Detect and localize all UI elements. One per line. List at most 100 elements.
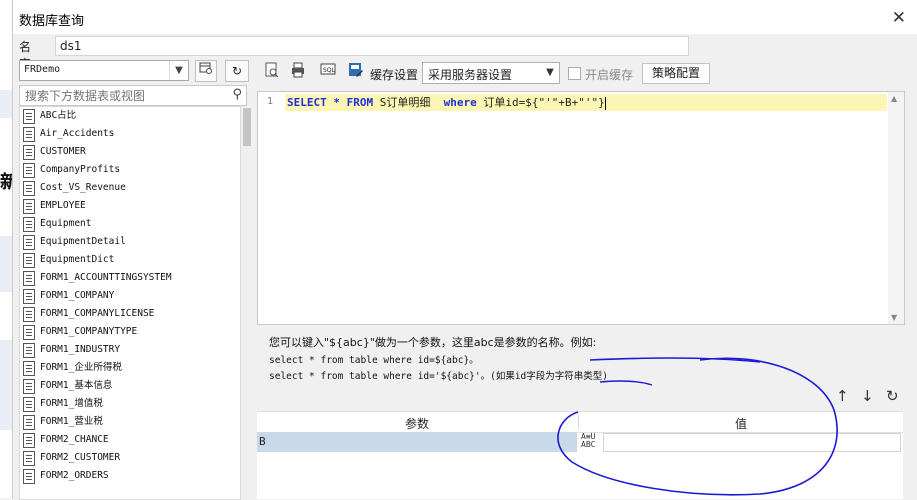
list-item[interactable]: FORM2_CUSTOMER — [20, 449, 240, 467]
scroll-down-icon[interactable]: ▼ — [891, 313, 897, 322]
list-item[interactable]: EquipmentDetail — [20, 233, 240, 251]
sql-keyword-where: where — [443, 96, 477, 109]
table-name: FORM1_COMPANY — [40, 290, 115, 301]
sql-keyword-select: SELECT — [287, 96, 327, 109]
parameter-value-input[interactable] — [603, 433, 901, 452]
chevron-down-icon[interactable]: ▼ — [169, 61, 188, 80]
table-icon — [23, 433, 35, 448]
switch-view-button[interactable] — [195, 60, 217, 82]
table-name: FORM1_ACCOUNTTINGSYSTEM — [40, 272, 172, 283]
sql-star: * — [326, 96, 347, 109]
database-select[interactable]: FRDemo ▼ — [19, 60, 189, 81]
cache-settings-label: 缓存设置 — [370, 68, 419, 82]
table-icon — [23, 451, 35, 466]
table-name: FORM1_COMPANYTYPE — [40, 326, 138, 337]
string-type-icon[interactable]: A≡U ABC — [581, 433, 595, 449]
table-name: FORM1_营业税 — [40, 416, 103, 427]
list-item[interactable]: CompanyProfits — [20, 161, 240, 179]
svg-text:SQL: SQL — [323, 67, 336, 74]
sql-editor[interactable]: 1 SELECT * FROM S订单明细 where 订单id=${"'"+B… — [257, 91, 905, 325]
list-item[interactable]: FORM1_COMPANYTYPE — [20, 323, 240, 341]
edit-icon — [349, 63, 363, 77]
hint-line-1: 您可以键入"${abc}"做为一个参数，这里abc是参数的名称。例如: — [269, 336, 597, 349]
hint-line-3: select * from table where id='${abc}'。(如… — [269, 371, 608, 382]
list-item[interactable]: CUSTOMER — [20, 143, 240, 161]
search-input[interactable] — [23, 86, 223, 105]
table-list-scrollbar[interactable] — [242, 106, 252, 498]
enable-cache-checkbox[interactable] — [568, 67, 581, 80]
refresh-icon[interactable]: ↻ — [886, 387, 899, 405]
table-icon — [23, 217, 35, 232]
table-name: EMPLOYEE — [40, 200, 86, 211]
edit-button[interactable] — [346, 62, 366, 82]
table-icon — [23, 289, 35, 304]
table-search[interactable]: ⚲ — [19, 85, 247, 106]
table-name: FORM2_CUSTOMER — [40, 452, 121, 463]
table-icon — [23, 163, 35, 178]
table-icon — [23, 379, 35, 394]
list-item[interactable]: Equipment — [20, 215, 240, 233]
scrollbar-thumb[interactable] — [243, 108, 251, 146]
table-name: FORM2_ORDERS — [40, 470, 109, 481]
parameter-hint: 您可以键入"${abc}"做为一个参数，这里abc是参数的名称。例如: sele… — [269, 334, 608, 382]
list-item[interactable]: FORM2_ORDERS — [20, 467, 240, 485]
list-item[interactable]: FORM1_ACCOUNTTINGSYSTEM — [20, 269, 240, 287]
editor-scrollbar[interactable]: ▲ ▼ — [888, 92, 904, 324]
print-button[interactable] — [288, 62, 308, 82]
list-item[interactable]: EMPLOYEE — [20, 197, 240, 215]
list-item[interactable]: FORM1_INDUSTRY — [20, 341, 240, 359]
table-icon — [23, 469, 35, 484]
chevron-down-icon[interactable]: ▼ — [541, 63, 559, 83]
list-item[interactable]: Cost_VS_Revenue — [20, 179, 240, 197]
type-icon-line: ABC — [581, 440, 596, 449]
table-icon — [23, 253, 35, 268]
preview-icon — [265, 62, 279, 78]
list-item[interactable]: FORM1_增值税 — [20, 395, 240, 413]
table-icon — [23, 145, 35, 160]
table-name: ABC占比 — [40, 110, 77, 121]
title-bar: 数据库查询 ✕ — [13, 0, 917, 34]
text-cursor — [604, 96, 606, 110]
list-item[interactable]: EquipmentDict — [20, 251, 240, 269]
table-list[interactable]: ABC占比 Air_Accidents CUSTOMER CompanyProfits… — [19, 106, 241, 500]
printer-icon — [292, 62, 304, 78]
refresh-icon[interactable]: ↻ — [225, 60, 249, 82]
parameter-name[interactable]: B — [257, 432, 577, 452]
hint-line-2: select * from table where id=${abc}。 — [269, 355, 479, 366]
table-icon — [23, 127, 35, 142]
table-icon — [23, 343, 35, 358]
table-view-icon — [199, 62, 212, 74]
table-name: CompanyProfits — [40, 164, 121, 175]
scroll-up-icon[interactable]: ▲ — [891, 94, 897, 103]
sql-code-line[interactable]: SELECT * FROM S订单明细 where 订单id=${"'"+B+"… — [285, 94, 887, 111]
table-name: Cost_VS_Revenue — [40, 182, 126, 193]
list-item[interactable]: FORM2_CHANCE — [20, 431, 240, 449]
close-icon[interactable]: ✕ — [892, 8, 906, 28]
table-browser: FRDemo ▼ ↻ ⚲ ABC占比 Air_Accidents CUSTOMER C… — [19, 58, 253, 500]
list-item[interactable]: FORM1_营业税 — [20, 413, 240, 431]
column-header-parameter: 参数 — [404, 417, 429, 431]
list-item[interactable]: FORM1_COMPANYLICENSE — [20, 305, 240, 323]
cache-select[interactable]: 采用服务器设置 ▼ — [422, 62, 560, 84]
table-name: EquipmentDict — [40, 254, 115, 265]
list-item[interactable]: FORM1_基本信息 — [20, 377, 240, 395]
sql-button[interactable]: SQL — [318, 62, 338, 82]
list-item[interactable]: Air_Accidents — [20, 125, 240, 143]
strategy-config-button[interactable]: 策略配置 — [642, 63, 710, 84]
arrow-up-icon[interactable]: ↑ — [836, 387, 849, 405]
database-select-value: FRDemo — [24, 64, 61, 75]
sql-table-name: S订单明细 — [373, 96, 444, 109]
table-row[interactable]: B A≡U ABC — [257, 432, 903, 452]
name-input[interactable]: ds1 — [55, 36, 689, 56]
arrow-down-icon[interactable]: ↓ — [861, 387, 874, 405]
list-item[interactable]: FORM1_COMPANY — [20, 287, 240, 305]
list-item[interactable]: ABC占比 — [20, 107, 240, 125]
column-header-value: 值 — [734, 417, 747, 431]
search-icon[interactable]: ⚲ — [232, 87, 242, 102]
dialog-title: 数据库查询 — [19, 14, 85, 29]
table-name: FORM1_INDUSTRY — [40, 344, 121, 355]
list-item[interactable]: FORM1_企业所得税 — [20, 359, 240, 377]
table-icon — [23, 307, 35, 322]
editor-toolbar: SQL 缓存设置 采用服务器设置 ▼ 开启缓存 策略配置 — [248, 60, 917, 86]
preview-button[interactable] — [262, 62, 282, 82]
